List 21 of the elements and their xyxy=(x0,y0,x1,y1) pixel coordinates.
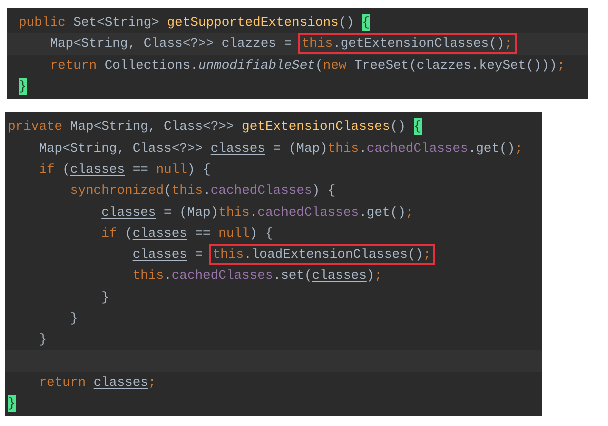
matched-brace: } xyxy=(8,395,16,412)
code-text: public Set<String> getSupportedExtensions() xyxy=(19,14,356,32)
code-text: this.cachedClasses.set(classes); xyxy=(132,267,383,284)
code-text: private Map<String, Class<?>> getExtensionClasses() xyxy=(8,118,407,136)
highlight-box: this.loadExtensionClasses(); xyxy=(210,246,434,264)
code-text: } xyxy=(102,288,110,306)
code-text: return classes; xyxy=(39,374,156,391)
code-text: Map<String, Class<?>> clazzes = xyxy=(50,35,294,52)
code-text: if (classes == null) { xyxy=(102,224,274,242)
code-text: classes = (Map)this.cachedClasses.get(); xyxy=(102,204,414,221)
code-text: } xyxy=(39,331,48,348)
matched-brace: { xyxy=(414,118,422,136)
code-text: } xyxy=(70,310,78,327)
highlight-box: this.getExtensionClasses(); xyxy=(300,35,515,52)
code-text: return Collections.unmodifiableSet(new TreeSet(clazzes.keySet())); xyxy=(50,56,566,74)
code-text: if (classes == null) { xyxy=(39,160,211,178)
code-text: Map<String, Class<?>> classes = (Map)this.cachedClasses.get(); xyxy=(39,140,523,157)
matched-brace: { xyxy=(362,14,370,32)
code-text: classes = xyxy=(132,246,204,264)
matched-brace: } xyxy=(19,78,27,96)
code-text: synchronized(this.cachedClasses) { xyxy=(70,182,336,200)
